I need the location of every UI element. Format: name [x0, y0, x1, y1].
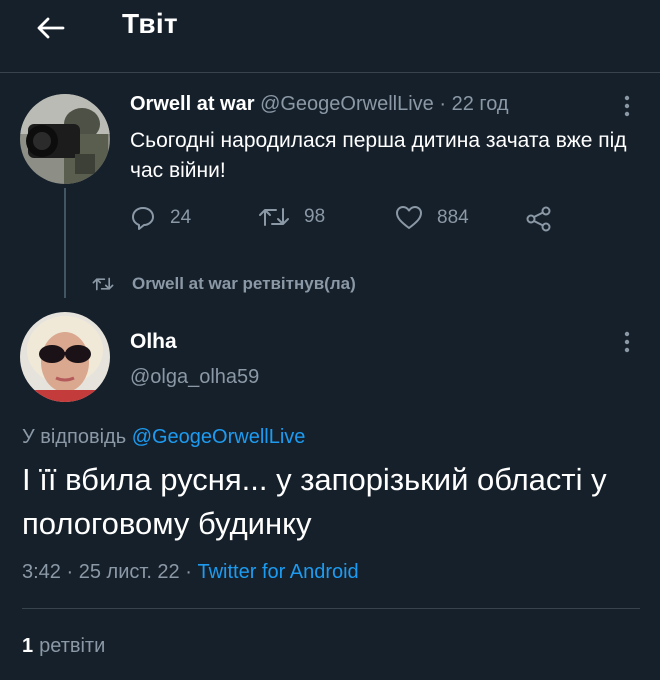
like-count: 884 — [437, 207, 469, 228]
retweets-stat[interactable]: 1 ретвіти — [22, 635, 105, 658]
retweet-icon — [92, 277, 114, 291]
reply-prefix: У відповідь — [22, 426, 127, 448]
retweet-count: 98 — [304, 206, 326, 227]
meta-separator: · — [66, 561, 74, 583]
replying-to: У відповідь @GeogeOrwellLive — [22, 426, 305, 449]
arrow-left-icon — [37, 17, 65, 39]
like-button[interactable]: 884 — [395, 205, 469, 231]
share-icon — [526, 206, 551, 232]
more-vertical-icon — [624, 95, 630, 117]
reply-to-handle-link[interactable]: @GeogeOrwellLive — [132, 426, 306, 448]
main-author-handle[interactable]: @olga_olha59 — [130, 366, 259, 389]
reply-button[interactable]: 24 — [130, 205, 191, 231]
meta-separator: · — [185, 561, 192, 583]
retweet-icon — [259, 208, 289, 226]
header-divider — [0, 72, 660, 73]
retweets-count: 1 — [22, 635, 34, 657]
parent-more-button[interactable] — [617, 92, 637, 120]
parent-tweet-header: Orwell at war @GeogeOrwellLive · 22 год — [130, 93, 509, 116]
main-author-name[interactable]: Olha — [130, 330, 177, 354]
parent-tweet-actions: 24 98 884 — [130, 205, 560, 235]
parent-avatar[interactable] — [20, 94, 110, 184]
reply-icon — [132, 207, 154, 230]
heart-icon — [396, 206, 422, 229]
top-bar: Твіт — [0, 0, 660, 72]
reply-count: 24 — [170, 207, 192, 228]
main-tweet-text: І її вбила русня... у запорізький област… — [22, 462, 607, 541]
back-button[interactable] — [28, 10, 72, 46]
retweets-label: ретвіти — [39, 635, 106, 657]
parent-author-name[interactable]: Orwell at war — [130, 93, 255, 115]
tweet-source-link[interactable]: Twitter for Android — [197, 561, 358, 583]
parent-tweet-text: Сьогодні народилася перша дитина зачата … — [130, 129, 627, 182]
parent-tweet-time[interactable]: 22 год — [452, 93, 509, 115]
tweet-date[interactable]: 25 лист. 22 — [79, 561, 180, 583]
stats-divider — [22, 608, 640, 609]
share-button[interactable] — [525, 205, 567, 233]
time-separator: · — [439, 93, 447, 115]
parent-author-handle[interactable]: @GeogeOrwellLive — [260, 93, 434, 115]
retweeted-by-text: Orwell at war ретвітнув(ла) — [132, 274, 356, 293]
more-vertical-icon — [624, 331, 630, 353]
retweeted-by-note[interactable]: Orwell at war ретвітнув(ла) — [92, 274, 356, 294]
main-avatar[interactable] — [20, 312, 110, 402]
tweet-meta: 3:42 · 25 лист. 22 · Twitter for Android — [22, 561, 359, 584]
tweet-time[interactable]: 3:42 — [22, 561, 61, 583]
thread-line — [64, 188, 66, 298]
retweet-button[interactable]: 98 — [258, 205, 325, 229]
page-title: Твіт — [122, 8, 178, 39]
main-more-button[interactable] — [617, 328, 637, 356]
